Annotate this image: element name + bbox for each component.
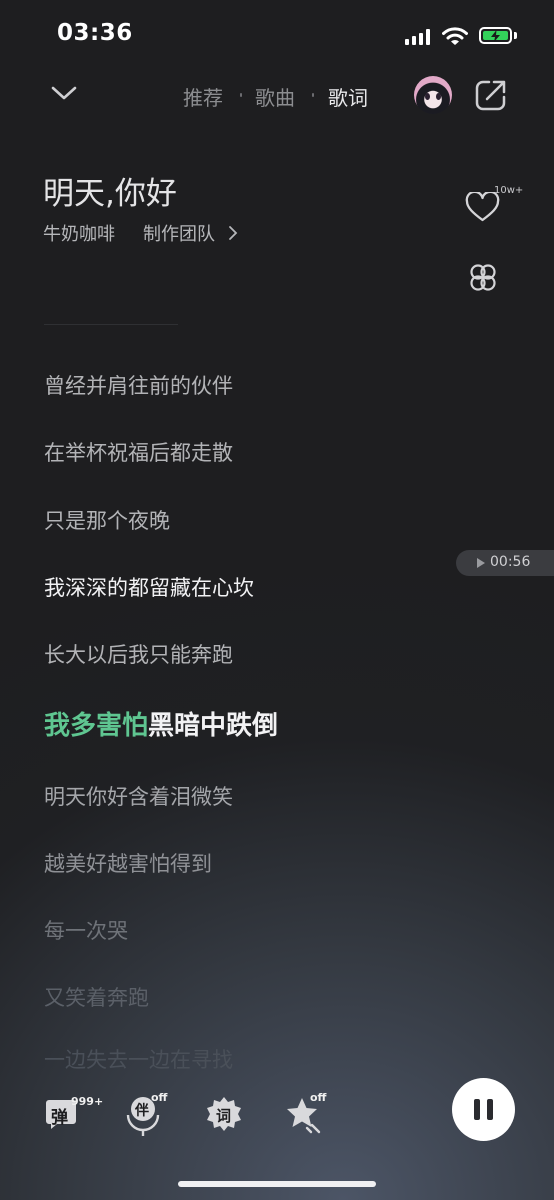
battery-icon (479, 27, 512, 44)
lyric-line[interactable]: 曾经并肩往前的伙伴 (44, 370, 233, 400)
lyric-line-highlighted[interactable]: 我深深的都留藏在心坎 (44, 572, 254, 602)
pause-icon (474, 1099, 480, 1120)
lyric-line[interactable]: 只是那个夜晚 (44, 505, 170, 535)
lyric-line[interactable]: 又笑着奔跑 (44, 982, 149, 1012)
current-lyric-line[interactable]: 我多害怕黑暗中跌倒 (44, 705, 278, 742)
share-icon[interactable] (474, 78, 508, 112)
current-lyric-rest: 黑暗中跌倒 (148, 711, 279, 741)
danmaku-count-badge: 999+ (71, 1095, 104, 1108)
lyric-line[interactable]: 在举杯祝福后都走散 (44, 437, 233, 467)
pause-button[interactable] (452, 1078, 515, 1141)
star-effect-off-badge: off (310, 1091, 327, 1104)
avatar[interactable] (414, 76, 452, 114)
accompaniment-button[interactable]: 伴 off (126, 1091, 170, 1136)
lyric-style-button[interactable]: 词 (206, 1096, 242, 1132)
song-title: 明天,你好 (43, 176, 177, 212)
collapse-chevron-icon[interactable] (50, 84, 78, 102)
play-small-icon (477, 558, 485, 568)
star-effect-button[interactable]: off (285, 1091, 329, 1136)
lyric-line[interactable]: 越美好越害怕得到 (44, 848, 212, 878)
heart-icon[interactable] (465, 192, 500, 222)
artist-name[interactable]: 牛奶咖啡 (43, 220, 115, 246)
status-time: 03:36 (57, 20, 133, 46)
accompaniment-label: 伴 (135, 1103, 149, 1119)
lyric-line[interactable]: 一边失去一边在寻找 (44, 1044, 233, 1074)
lyric-line[interactable]: 长大以后我只能奔跑 (44, 639, 233, 669)
lyric-line[interactable]: 每一次哭 (44, 915, 128, 945)
tab-lyrics[interactable]: 歌词 (328, 82, 368, 111)
home-indicator[interactable] (178, 1181, 376, 1187)
tab-recommend[interactable]: 推荐 (183, 82, 223, 111)
accompaniment-off-badge: off (151, 1091, 168, 1104)
chevron-right-icon (229, 226, 238, 240)
current-lyric-sung: 我多害怕 (44, 711, 149, 741)
tab-song[interactable]: 歌曲 (255, 82, 295, 111)
clover-effect-icon[interactable] (466, 262, 500, 296)
cellular-signal-icon (405, 29, 433, 45)
lyric-line[interactable]: 明天你好含着泪微笑 (44, 781, 233, 811)
lyric-style-label: 词 (216, 1107, 232, 1125)
danmaku-button[interactable]: 弹 999+ (44, 1092, 104, 1136)
likes-count: 10w+ (494, 185, 524, 196)
credits-link[interactable]: 制作团队 (143, 220, 215, 246)
danmaku-label: 弹 (51, 1108, 68, 1128)
wifi-icon (442, 27, 468, 45)
seek-time: 00:56 (490, 554, 531, 570)
